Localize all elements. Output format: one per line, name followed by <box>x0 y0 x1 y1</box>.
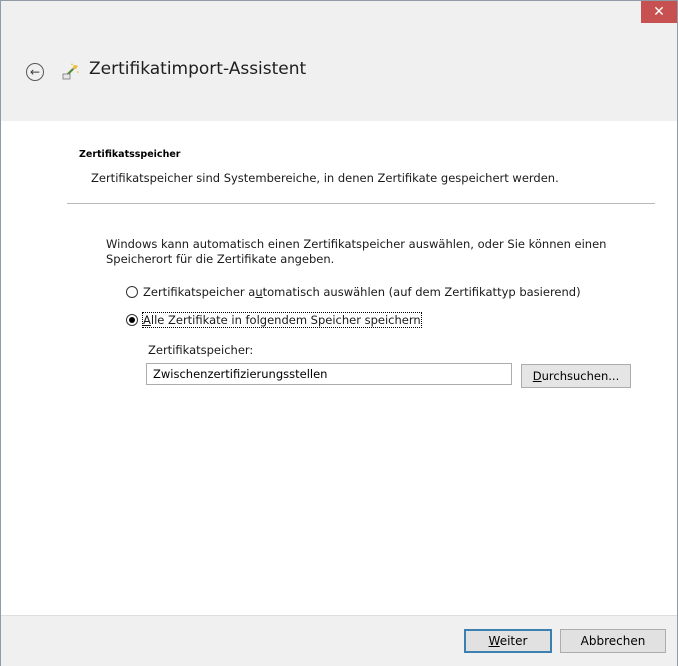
radio-button-manual[interactable] <box>126 314 138 326</box>
wizard-window: ✕ ← Zertifikatimport-Assistent Zertifika… <box>0 0 678 666</box>
radio-manual-store[interactable]: Alle Zertifikate in folgendem Speicher s… <box>126 312 422 328</box>
wizard-title: Zertifikatimport-Assistent <box>89 59 307 79</box>
content-area: Zertifikatsspeicher Zertifikatspeicher s… <box>1 121 677 615</box>
radio-auto-select[interactable]: Zertifikatspeicher automatisch auswählen… <box>126 285 581 299</box>
store-field[interactable]: Zwischenzertifizierungsstellen <box>146 363 512 385</box>
back-button[interactable]: ← <box>26 63 44 81</box>
close-button[interactable]: ✕ <box>641 1 677 23</box>
section-heading: Zertifikatsspeicher <box>79 149 181 160</box>
next-button[interactable]: Weiter <box>464 629 552 653</box>
browse-button[interactable]: Durchsuchen... <box>521 364 631 388</box>
radio-label-manual: Alle Zertifikate in folgendem Speicher s… <box>142 312 422 328</box>
title-bar: ✕ ← Zertifikatimport-Assistent <box>1 1 677 121</box>
next-button-label: Weiter <box>488 634 528 648</box>
intro-text: Windows kann automatisch einen Zertifika… <box>106 237 607 266</box>
store-label: Zertifikatspeicher: <box>148 343 254 357</box>
cancel-button[interactable]: Abbrechen <box>560 629 666 653</box>
radio-label-auto: Zertifikatspeicher automatisch auswählen… <box>143 285 581 299</box>
back-arrow-icon: ← <box>29 65 41 79</box>
certificate-wizard-icon <box>62 63 79 80</box>
browse-button-label: Durchsuchen... <box>532 369 620 383</box>
footer-bar: Weiter Abbrechen <box>1 615 677 666</box>
radio-button-auto[interactable] <box>126 286 138 298</box>
section-description: Zertifikatspeicher sind Systembereiche, … <box>91 171 559 185</box>
divider <box>67 203 655 204</box>
close-icon: ✕ <box>653 4 665 20</box>
